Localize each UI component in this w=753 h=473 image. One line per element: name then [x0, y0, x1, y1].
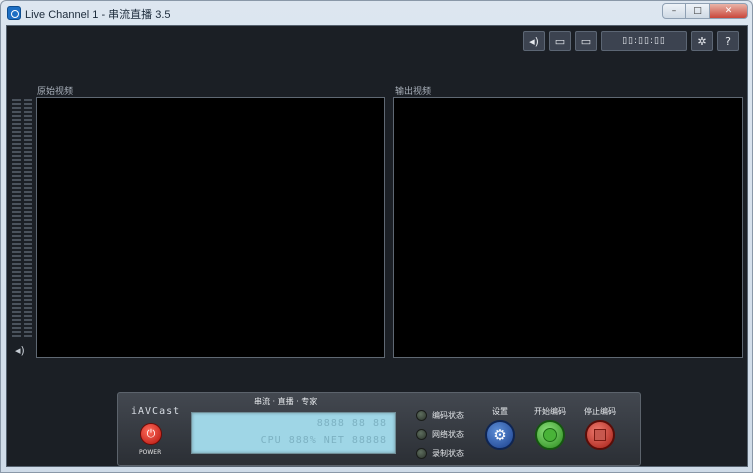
status-led-icon: [416, 448, 427, 459]
start-label: 开始编码: [534, 407, 566, 416]
status-network: 网络状态: [416, 425, 464, 444]
close-button[interactable]: ✕: [710, 3, 748, 19]
maximize-button[interactable]: □: [686, 3, 710, 19]
status-label: 网络状态: [432, 430, 464, 439]
app-window: Live Channel 1 - 串流直播 3.5 – □ ✕ ◂) ▭ ▭ ▯…: [0, 0, 753, 473]
audio-level-meter: [12, 99, 32, 339]
time-display: ▯▯:▯▯:▯▯: [601, 31, 687, 51]
monitor-icon[interactable]: ▭: [549, 31, 571, 51]
title-bar[interactable]: Live Channel 1 - 串流直播 3.5 – □ ✕: [1, 1, 752, 25]
source-video-preview: [36, 97, 385, 358]
audio-level-left: [12, 99, 21, 339]
record-icon: [543, 428, 557, 442]
window-controls: – □ ✕: [662, 3, 748, 19]
brand-logo: iAVCast: [131, 406, 181, 417]
status-led-icon: [416, 410, 427, 421]
output-video-preview: [393, 97, 743, 358]
stop-encoding-button[interactable]: [585, 420, 615, 450]
lcd-line-1: 8888 88 88: [316, 418, 387, 429]
window-title: Live Channel 1 - 串流直播 3.5: [25, 9, 171, 21]
control-console: iAVCast ⏻ POWER 串流 · 直播 · 专家 8888 88 88 …: [117, 392, 641, 466]
gear-icon: ⚙: [493, 426, 507, 444]
slogan: 串流 · 直播 · 专家: [254, 397, 318, 406]
settings-label: 设置: [492, 407, 508, 416]
status-led-icon: [416, 429, 427, 440]
stop-icon: [594, 429, 606, 441]
output-video-label: 输出视频: [395, 87, 432, 97]
start-encoding-button[interactable]: [535, 420, 565, 450]
settings-control: 设置 ⚙: [480, 406, 520, 450]
minimize-button[interactable]: –: [662, 3, 686, 19]
app-icon: [7, 6, 21, 20]
status-list: 编码状态 网络状态 录制状态: [416, 406, 464, 463]
main-area: ◂) ▭ ▭ ▯▯:▯▯:▯▯ ✲ ? ◂) 原始视频 输出视频 iAVCast…: [6, 25, 748, 467]
lcd-line-2: CPU 888% NET 88888: [260, 435, 387, 446]
stop-label: 停止编码: [584, 407, 616, 416]
monitor-icon[interactable]: ▭: [575, 31, 597, 51]
power-label: POWER: [139, 449, 162, 456]
source-video-label: 原始视频: [37, 87, 74, 97]
start-control: 开始编码: [530, 406, 570, 450]
settings-button[interactable]: ⚙: [485, 420, 515, 450]
audio-level-right: [23, 99, 32, 339]
gear-icon[interactable]: ✲: [691, 31, 713, 51]
lcd-display: 8888 88 88 CPU 888% NET 88888: [191, 412, 396, 454]
status-label: 编码状态: [432, 411, 464, 420]
status-recording: 录制状态: [416, 444, 464, 463]
help-icon[interactable]: ?: [717, 31, 739, 51]
speaker-icon[interactable]: ◂): [15, 344, 25, 357]
power-button[interactable]: ⏻: [140, 423, 162, 445]
speaker-icon[interactable]: ◂): [523, 31, 545, 51]
top-toolbar: ◂) ▭ ▭ ▯▯:▯▯:▯▯ ✲ ?: [523, 31, 739, 51]
status-encoding: 编码状态: [416, 406, 464, 425]
status-label: 录制状态: [432, 449, 464, 458]
stop-control: 停止编码: [580, 406, 620, 450]
